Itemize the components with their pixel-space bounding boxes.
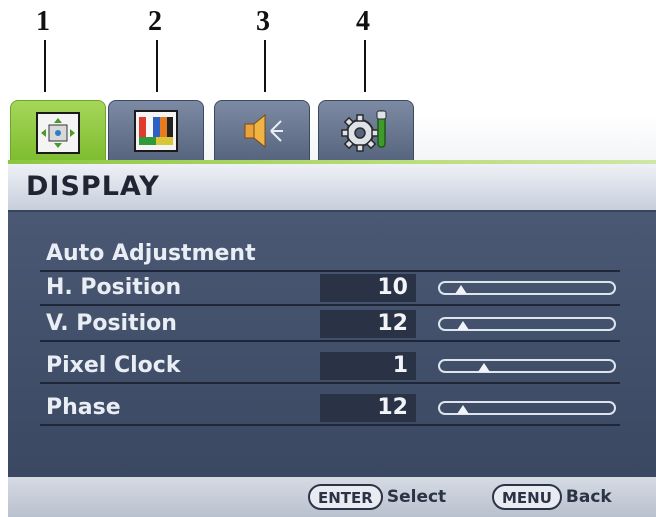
menu-back-hint[interactable]: MENU Back [492, 483, 612, 511]
menu-header: DISPLAY [8, 164, 656, 212]
color-bars-icon [134, 110, 178, 152]
callout-number-1: 1 [36, 6, 50, 37]
pixel-clock-value: 1 [320, 352, 416, 380]
menu-item-label: H. Position [46, 275, 182, 300]
menu-item-label: V. Position [46, 311, 177, 336]
v-position-slider[interactable] [438, 317, 616, 331]
callout-number-3: 3 [256, 6, 270, 37]
back-label: Back [565, 487, 612, 507]
menu-item-h-position[interactable]: H. Position 10 [40, 272, 620, 306]
phase-slider[interactable] [438, 401, 616, 415]
enter-select-hint[interactable]: ENTER Select [308, 483, 446, 511]
osd-menu: DISPLAY Auto Adjustment H. Position 10 V… [8, 92, 656, 517]
menu-footer: ENTER Select MENU Back [8, 477, 656, 517]
gear-wrench-icon [341, 110, 387, 152]
menu-item-label: Pixel Clock [46, 353, 181, 378]
slider-thumb[interactable] [457, 321, 469, 330]
callout-number-2: 2 [148, 6, 162, 37]
h-position-slider[interactable] [438, 281, 616, 295]
tab-picture[interactable] [108, 100, 204, 162]
menu-panel: Auto Adjustment H. Position 10 V. Positi… [8, 212, 656, 477]
menu-item-auto-adjustment[interactable]: Auto Adjustment [40, 238, 620, 272]
menu-key-badge[interactable]: MENU [492, 484, 562, 510]
slider-thumb[interactable] [457, 405, 469, 414]
slider-thumb[interactable] [455, 285, 467, 294]
tab-bar [8, 92, 656, 166]
select-label: Select [386, 487, 447, 507]
tab-audio[interactable] [214, 100, 310, 162]
v-position-value: 12 [320, 310, 416, 338]
h-position-value: 10 [320, 274, 416, 302]
menu-item-label: Auto Adjustment [46, 241, 256, 266]
pixel-clock-slider[interactable] [438, 359, 616, 373]
page-title: DISPLAY [26, 171, 160, 202]
slider-thumb[interactable] [478, 363, 490, 372]
tab-system[interactable] [318, 100, 414, 162]
enter-key-badge[interactable]: ENTER [308, 484, 383, 510]
menu-item-pixel-clock[interactable]: Pixel Clock 1 [40, 350, 620, 384]
phase-value: 12 [320, 394, 416, 422]
tab-display[interactable] [10, 100, 106, 166]
menu-item-v-position[interactable]: V. Position 12 [40, 308, 620, 342]
menu-item-phase[interactable]: Phase 12 [40, 392, 620, 426]
display-adjust-icon [36, 112, 80, 154]
speaker-icon [244, 113, 283, 149]
callout-number-4: 4 [356, 6, 370, 37]
menu-item-label: Phase [46, 395, 121, 420]
